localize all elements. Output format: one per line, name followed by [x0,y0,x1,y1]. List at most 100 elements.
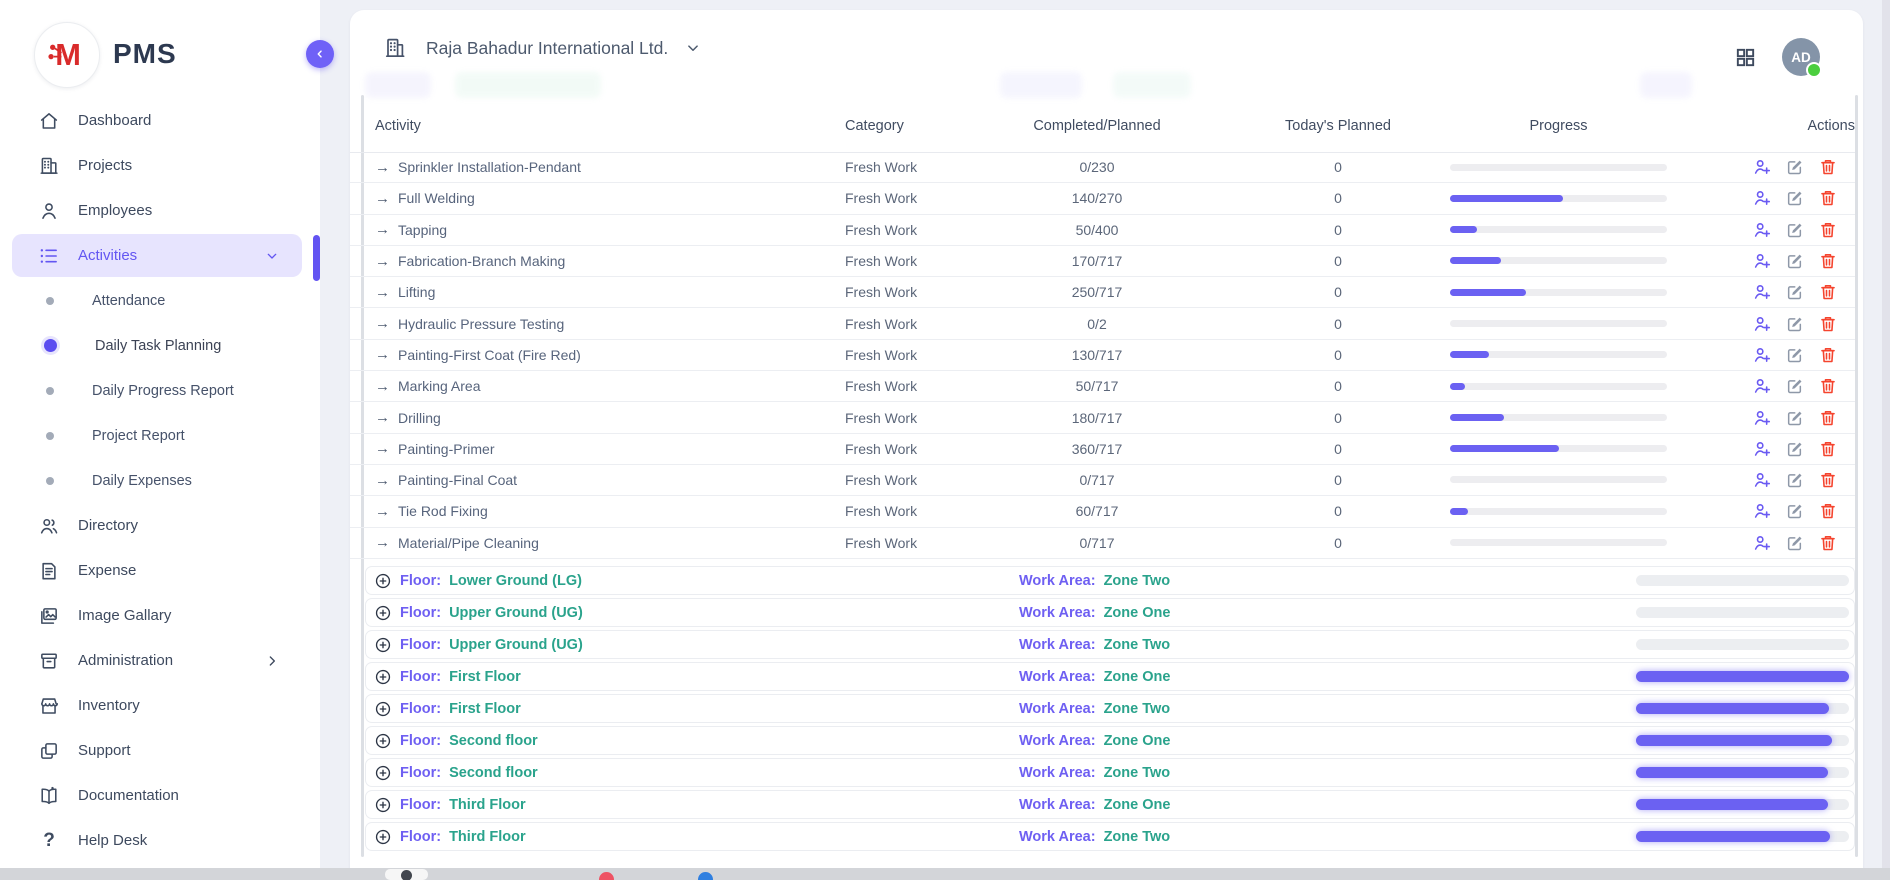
delete-icon[interactable] [1818,533,1838,553]
assign-user-icon[interactable] [1752,251,1772,271]
work-area-name[interactable]: Zone Two [1104,637,1171,653]
delete-icon[interactable] [1818,376,1838,396]
assign-user-icon[interactable] [1752,314,1772,334]
sidebar-item-help-desk[interactable]: ?Help Desk [0,818,320,863]
taskbar-red-icon[interactable] [599,872,614,880]
delete-icon[interactable] [1818,408,1838,428]
sidebar-item-documentation[interactable]: Documentation [0,773,320,818]
edit-icon[interactable] [1785,470,1805,490]
edit-icon[interactable] [1785,157,1805,177]
expand-plus-icon[interactable] [374,796,392,814]
assign-user-icon[interactable] [1752,533,1772,553]
edit-icon[interactable] [1785,345,1805,365]
edit-icon[interactable] [1785,533,1805,553]
assign-user-icon[interactable] [1752,376,1772,396]
work-area-name[interactable]: Zone Two [1104,573,1171,589]
floor-name[interactable]: Upper Ground (UG) [449,637,583,653]
expand-plus-icon[interactable] [374,572,392,590]
expand-plus-icon[interactable] [374,764,392,782]
sidebar-item-expense[interactable]: Expense [0,548,320,593]
delete-icon[interactable] [1818,220,1838,240]
delete-icon[interactable] [1818,439,1838,459]
edit-icon[interactable] [1785,188,1805,208]
assign-user-icon[interactable] [1752,345,1772,365]
company-selector-label[interactable]: Raja Bahadur International Ltd. [426,38,668,59]
sidebar-subitem-daily-expenses[interactable]: Daily Expenses [0,458,320,503]
sidebar-scrollbar-thumb[interactable] [313,235,320,281]
taskbar-avatar-icon[interactable] [401,870,412,880]
floor-name[interactable]: First Floor [449,669,521,685]
edit-icon[interactable] [1785,282,1805,302]
chevron-down-icon[interactable] [684,39,702,57]
expand-plus-icon[interactable] [374,732,392,750]
floor-name[interactable]: Lower Ground (LG) [449,573,582,589]
floor-name[interactable]: Third Floor [449,829,526,845]
arrow-right-icon: → [375,346,390,363]
user-avatar[interactable]: AD [1782,38,1820,76]
delete-icon[interactable] [1818,470,1838,490]
delete-icon[interactable] [1818,345,1838,365]
expand-plus-icon[interactable] [374,604,392,622]
apps-grid-icon[interactable] [1734,46,1757,69]
edit-icon[interactable] [1785,220,1805,240]
floor-name[interactable]: Second floor [449,765,538,781]
assign-user-icon[interactable] [1752,188,1772,208]
sidebar-item-employees[interactable]: Employees [0,188,320,233]
edit-icon[interactable] [1785,501,1805,521]
floor-row: Floor:Upper Ground (UG)Work Area:Zone On… [365,598,1855,627]
delete-icon[interactable] [1818,157,1838,177]
delete-icon[interactable] [1818,188,1838,208]
assign-user-icon[interactable] [1752,470,1772,490]
sidebar-item-label: Support [78,742,131,759]
work-area-name[interactable]: Zone One [1104,797,1171,813]
expand-plus-icon[interactable] [374,668,392,686]
sidebar-item-dashboard[interactable]: Dashboard [0,98,320,143]
sidebar-subitem-daily-task-planning[interactable]: Daily Task Planning [0,323,320,368]
work-area-name[interactable]: Zone One [1104,733,1171,749]
work-area-name[interactable]: Zone Two [1104,701,1171,717]
floor-name[interactable]: Second floor [449,733,538,749]
sidebar-item-image-gallary[interactable]: Image Gallary [0,593,320,638]
assign-user-icon[interactable] [1752,282,1772,302]
expand-plus-icon[interactable] [374,700,392,718]
assign-user-icon[interactable] [1752,220,1772,240]
assign-user-icon[interactable] [1752,408,1772,428]
floor-name[interactable]: Upper Ground (UG) [449,605,583,621]
assign-user-icon[interactable] [1752,439,1772,459]
chevron-down-icon[interactable] [264,248,280,264]
delete-icon[interactable] [1818,251,1838,271]
sidebar-item-administration[interactable]: Administration [0,638,320,683]
delete-icon[interactable] [1818,282,1838,302]
page-scrollbar[interactable] [1882,0,1890,880]
edit-icon[interactable] [1785,251,1805,271]
sidebar-item-support[interactable]: Support [0,728,320,773]
expand-plus-icon[interactable] [374,828,392,846]
sidebar-subitem-attendance[interactable]: Attendance [0,278,320,323]
delete-icon[interactable] [1818,501,1838,521]
edit-icon[interactable] [1785,408,1805,428]
sidebar-item-inventory[interactable]: Inventory [0,683,320,728]
sidebar-item-directory[interactable]: Directory [0,503,320,548]
sidebar-subitem-daily-progress-report[interactable]: Daily Progress Report [0,368,320,413]
expand-plus-icon[interactable] [374,636,392,654]
floor-name[interactable]: First Floor [449,701,521,717]
sidebar-subitem-project-report[interactable]: Project Report [0,413,320,458]
edit-icon[interactable] [1785,439,1805,459]
delete-icon[interactable] [1818,314,1838,334]
edit-icon[interactable] [1785,376,1805,396]
edit-icon[interactable] [1785,314,1805,334]
assign-user-icon[interactable] [1752,157,1772,177]
work-area-name[interactable]: Zone Two [1104,765,1171,781]
work-area-name[interactable]: Zone Two [1104,829,1171,845]
sidebar-item-projects[interactable]: Projects [0,143,320,188]
list-icon [38,245,60,267]
sidebar-item-activities[interactable]: Activities [0,233,320,278]
chevron-right-icon[interactable] [264,653,280,669]
floor-name[interactable]: Third Floor [449,797,526,813]
completed-planned-cell: 0/2 [967,308,1227,338]
taskbar-blue-icon[interactable] [698,872,713,880]
assign-user-icon[interactable] [1752,501,1772,521]
sidebar-collapse-button[interactable] [306,40,334,68]
work-area-name[interactable]: Zone One [1104,605,1171,621]
work-area-name[interactable]: Zone One [1104,669,1171,685]
